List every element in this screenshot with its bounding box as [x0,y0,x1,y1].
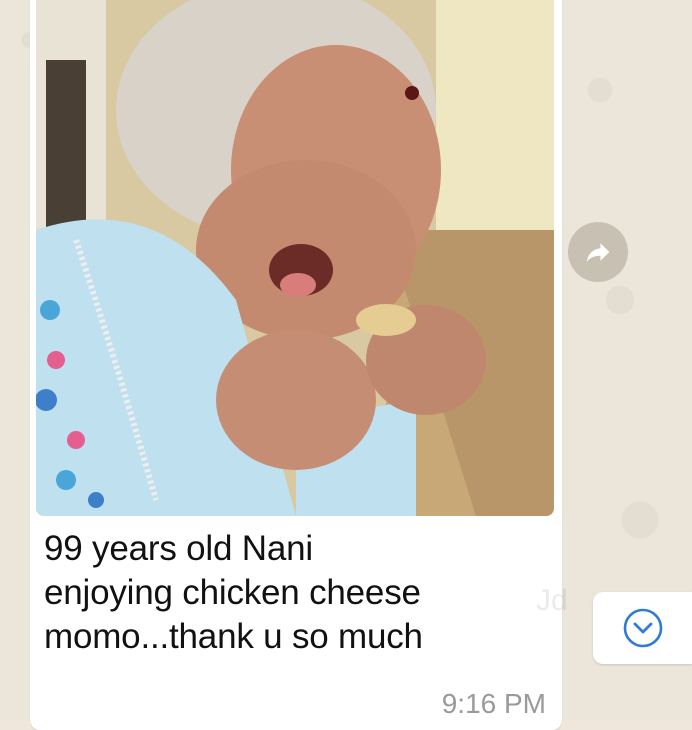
message-caption: 99 years old Nani enjoying chicken chees… [44,527,544,659]
share-forward-icon [586,243,610,262]
watermark: Jd [536,584,568,617]
message-timestamp: 9:16 PM [441,688,546,719]
message-photo[interactable] [36,0,554,516]
forward-button[interactable] [568,222,628,282]
chevron-down-circle-icon [623,608,662,648]
caption-line: 99 years old Nani [44,529,313,568]
photo-image [36,0,554,516]
caption-line: momo...thank u so much [44,617,423,656]
caption-line: enjoying chicken cheese [44,573,421,612]
scroll-to-bottom-button[interactable] [593,592,692,664]
